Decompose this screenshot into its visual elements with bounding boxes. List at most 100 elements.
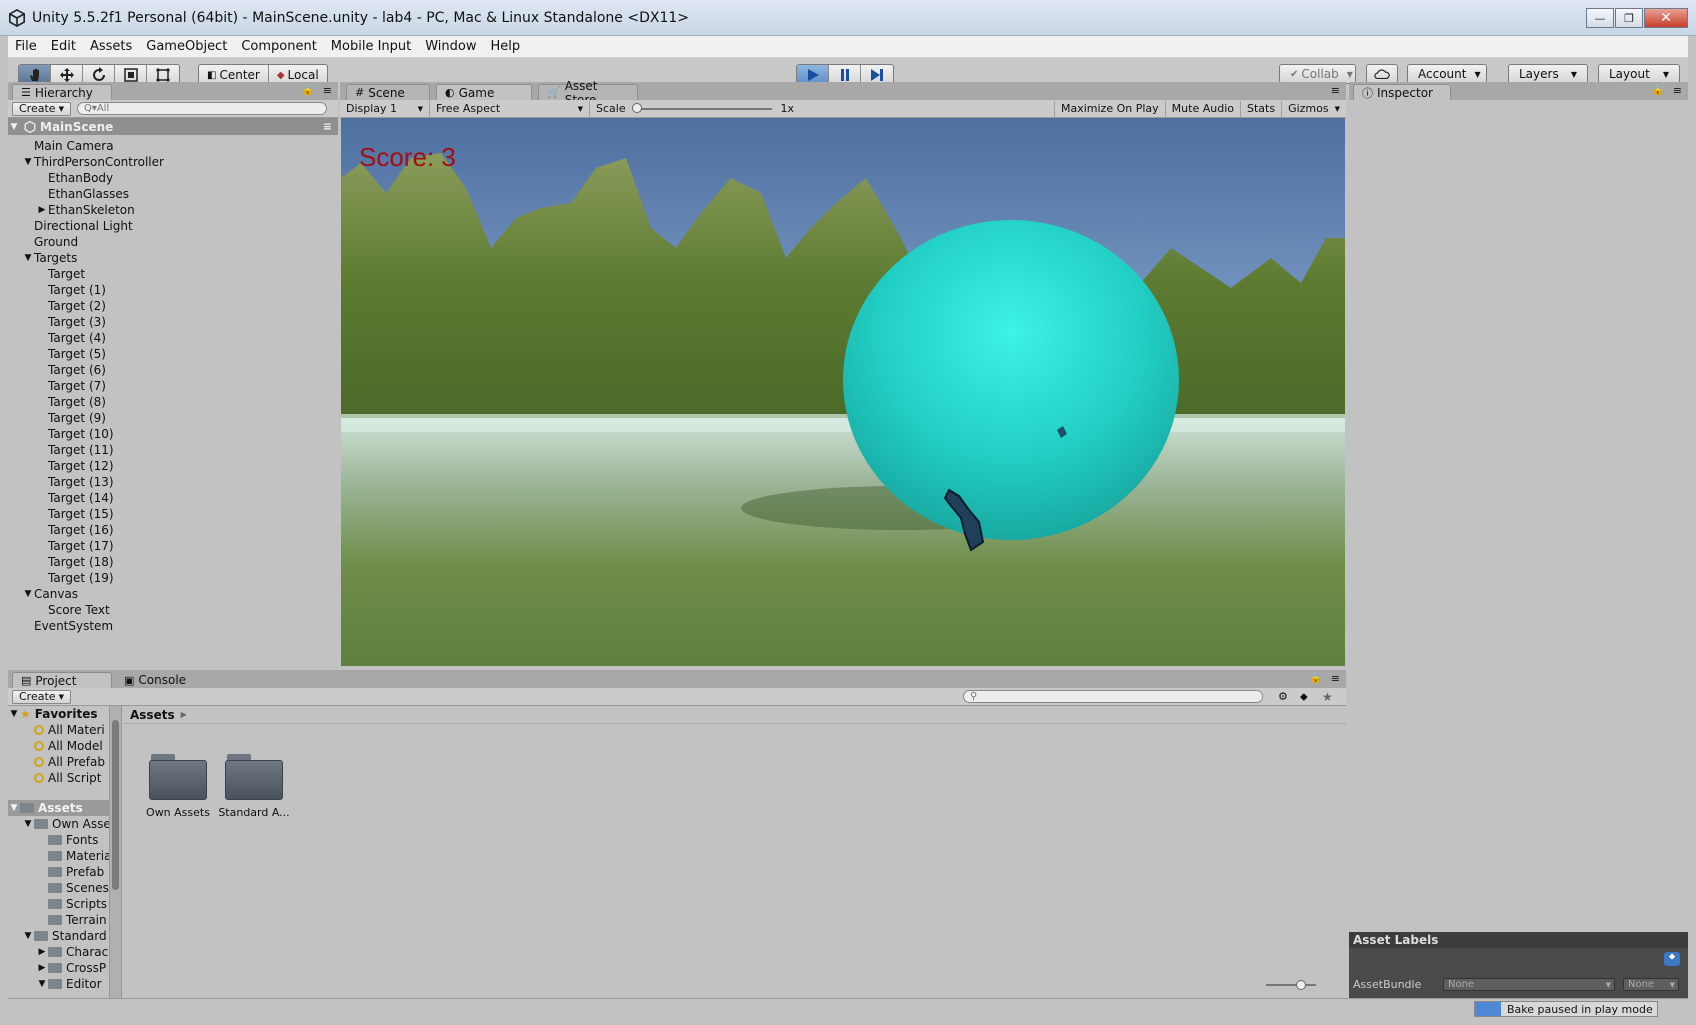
tab-game[interactable]: ◐ Game xyxy=(436,84,532,100)
menu-mobile-input[interactable]: Mobile Input xyxy=(324,39,418,54)
collab-dropdown[interactable]: ✔ Collab ▼ xyxy=(1279,64,1356,84)
hierarchy-item[interactable]: Target (8) xyxy=(8,394,338,410)
expand-arrow-icon[interactable]: ▶ xyxy=(36,963,48,973)
game-viewport[interactable]: Score: 3 xyxy=(341,118,1345,666)
scene-menu-icon[interactable]: ≡ xyxy=(323,120,332,133)
layers-dropdown[interactable]: Layers ▼ xyxy=(1508,64,1588,84)
slider-thumb[interactable] xyxy=(1296,980,1306,990)
menu-gameobject[interactable]: GameObject xyxy=(139,39,234,54)
breadcrumb-assets[interactable]: Assets xyxy=(130,708,175,722)
panel-menu-icon[interactable]: ≡ xyxy=(1673,84,1682,97)
hierarchy-item[interactable]: Target (9) xyxy=(8,410,338,426)
hierarchy-item[interactable]: Target (7) xyxy=(8,378,338,394)
scrollbar-thumb[interactable] xyxy=(112,720,119,890)
cloud-button[interactable] xyxy=(1366,64,1398,84)
star-icon[interactable]: ★ xyxy=(1322,690,1333,704)
icon-size-slider[interactable] xyxy=(1266,980,1316,990)
expand-arrow-icon[interactable]: ▼ xyxy=(8,122,20,132)
close-button[interactable]: ✕ xyxy=(1644,8,1688,28)
asset-folder-item[interactable]: Materia xyxy=(8,848,121,864)
project-create-button[interactable]: Create ▼ xyxy=(12,689,71,704)
hierarchy-item[interactable]: Target (15) xyxy=(8,506,338,522)
project-search-input[interactable]: ⚲ xyxy=(963,690,1263,703)
hierarchy-create-button[interactable]: Create ▼ xyxy=(12,101,71,116)
filter-label-icon[interactable]: ⬥ xyxy=(1300,690,1308,704)
expand-arrow-icon[interactable]: ▼ xyxy=(22,931,34,941)
hierarchy-item[interactable]: Directional Light xyxy=(8,218,338,234)
favorite-item[interactable]: All Model xyxy=(8,738,121,754)
panel-menu-icon[interactable]: ≡ xyxy=(323,84,332,97)
asset-folder-item[interactable]: ▼ Editor xyxy=(8,976,121,992)
stats-toggle[interactable]: Stats xyxy=(1241,100,1283,117)
menu-component[interactable]: Component xyxy=(234,39,323,54)
panel-menu-icon[interactable]: ≡ xyxy=(1331,84,1340,97)
hierarchy-item[interactable]: Target (17) xyxy=(8,538,338,554)
asset-folder-item[interactable]: ▼ Standard xyxy=(8,928,121,944)
asset-folder-item[interactable]: ▶ Charac xyxy=(8,944,121,960)
tab-hierarchy[interactable]: ☰ Hierarchy xyxy=(12,84,112,100)
hierarchy-item[interactable]: EthanBody xyxy=(8,170,338,186)
hierarchy-item[interactable]: EthanGlasses xyxy=(8,186,338,202)
lock-icon[interactable]: 🔒 xyxy=(302,85,314,96)
favorite-item[interactable]: All Materi xyxy=(8,722,121,738)
menu-window[interactable]: Window xyxy=(418,39,483,54)
tag-icon[interactable]: ⬥ xyxy=(1664,952,1680,966)
account-dropdown[interactable]: Account ▼ xyxy=(1407,64,1487,84)
scale-slider[interactable] xyxy=(631,102,773,113)
asset-folder-item[interactable]: Prefab xyxy=(8,864,121,880)
scene-header[interactable]: ▼ MainScene ≡ xyxy=(8,118,338,135)
favorite-item[interactable]: All Prefab xyxy=(8,754,121,770)
folder-tree-scrollbar[interactable] xyxy=(109,706,121,998)
lock-icon[interactable]: 🔒 xyxy=(1310,673,1322,684)
hierarchy-search-input[interactable]: Q▾All xyxy=(76,102,327,115)
hierarchy-item[interactable]: Target (16) xyxy=(8,522,338,538)
hierarchy-item[interactable]: Target (5) xyxy=(8,346,338,362)
asset-folder-item[interactable]: Terrain xyxy=(8,912,121,928)
hierarchy-item[interactable]: Score Text xyxy=(8,602,338,618)
expand-arrow-icon[interactable]: ▼ xyxy=(22,157,34,167)
display-dropdown[interactable]: Display 1 ▼ xyxy=(340,100,430,117)
aspect-dropdown[interactable]: Free Aspect ▼ xyxy=(430,100,590,117)
tab-asset-store[interactable]: 🛒Asset Store xyxy=(538,79,638,107)
tab-inspector[interactable]: ⓘ Inspector xyxy=(1353,84,1451,100)
expand-arrow-icon[interactable]: ▼ xyxy=(22,589,34,599)
slider-thumb[interactable] xyxy=(631,102,642,113)
menu-file[interactable]: File xyxy=(8,39,44,54)
assetbundle-dropdown[interactable]: None ▼ xyxy=(1443,978,1615,991)
maximize-button[interactable]: ❐ xyxy=(1615,8,1643,28)
hierarchy-item[interactable]: Target (2) xyxy=(8,298,338,314)
layout-dropdown[interactable]: Layout ▼ xyxy=(1598,64,1680,84)
hierarchy-item[interactable]: ▼ Canvas xyxy=(8,586,338,602)
expand-arrow-icon[interactable]: ▼ xyxy=(8,803,20,813)
menu-assets[interactable]: Assets xyxy=(83,39,139,54)
asset-folder-item[interactable]: ▼ Own Asse xyxy=(8,816,121,832)
hierarchy-item[interactable]: ▼ ThirdPersonController xyxy=(8,154,338,170)
folder-tile-standard-assets[interactable]: Standard A... xyxy=(214,754,294,819)
hierarchy-item[interactable]: ▶ EthanSkeleton xyxy=(8,202,338,218)
asset-folder-item[interactable]: Scripts xyxy=(8,896,121,912)
hierarchy-item[interactable]: Target (1) xyxy=(8,282,338,298)
tab-scene[interactable]: # Scene xyxy=(346,84,430,100)
expand-arrow-icon[interactable]: ▼ xyxy=(8,709,20,719)
lock-icon[interactable]: 🔒 xyxy=(1652,85,1664,96)
expand-arrow-icon[interactable]: ▶ xyxy=(36,947,48,957)
folder-tile-own-assets[interactable]: Own Assets xyxy=(138,754,218,819)
menu-edit[interactable]: Edit xyxy=(44,39,83,54)
hierarchy-item[interactable]: Ground xyxy=(8,234,338,250)
tab-project[interactable]: ▤ Project xyxy=(12,672,112,688)
variant-dropdown[interactable]: None ▼ xyxy=(1623,978,1679,991)
expand-arrow-icon[interactable]: ▶ xyxy=(36,205,48,215)
panel-menu-icon[interactable]: ≡ xyxy=(1331,672,1340,685)
hierarchy-item[interactable]: ▼ Targets xyxy=(8,250,338,266)
hierarchy-item[interactable]: Main Camera xyxy=(8,138,338,154)
favorites-section[interactable]: ▼ ★ Favorites xyxy=(8,706,121,722)
favorite-item[interactable]: All Script xyxy=(8,770,121,786)
hierarchy-item[interactable]: Target (19) xyxy=(8,570,338,586)
assets-section[interactable]: ▼ Assets xyxy=(8,800,121,816)
filter-type-icon[interactable]: ⚙ xyxy=(1278,690,1288,703)
mute-audio-toggle[interactable]: Mute Audio xyxy=(1166,100,1241,117)
hierarchy-item[interactable]: Target (11) xyxy=(8,442,338,458)
expand-arrow-icon[interactable]: ▼ xyxy=(22,819,34,829)
hierarchy-item[interactable]: Target (4) xyxy=(8,330,338,346)
hierarchy-item[interactable]: Target (13) xyxy=(8,474,338,490)
